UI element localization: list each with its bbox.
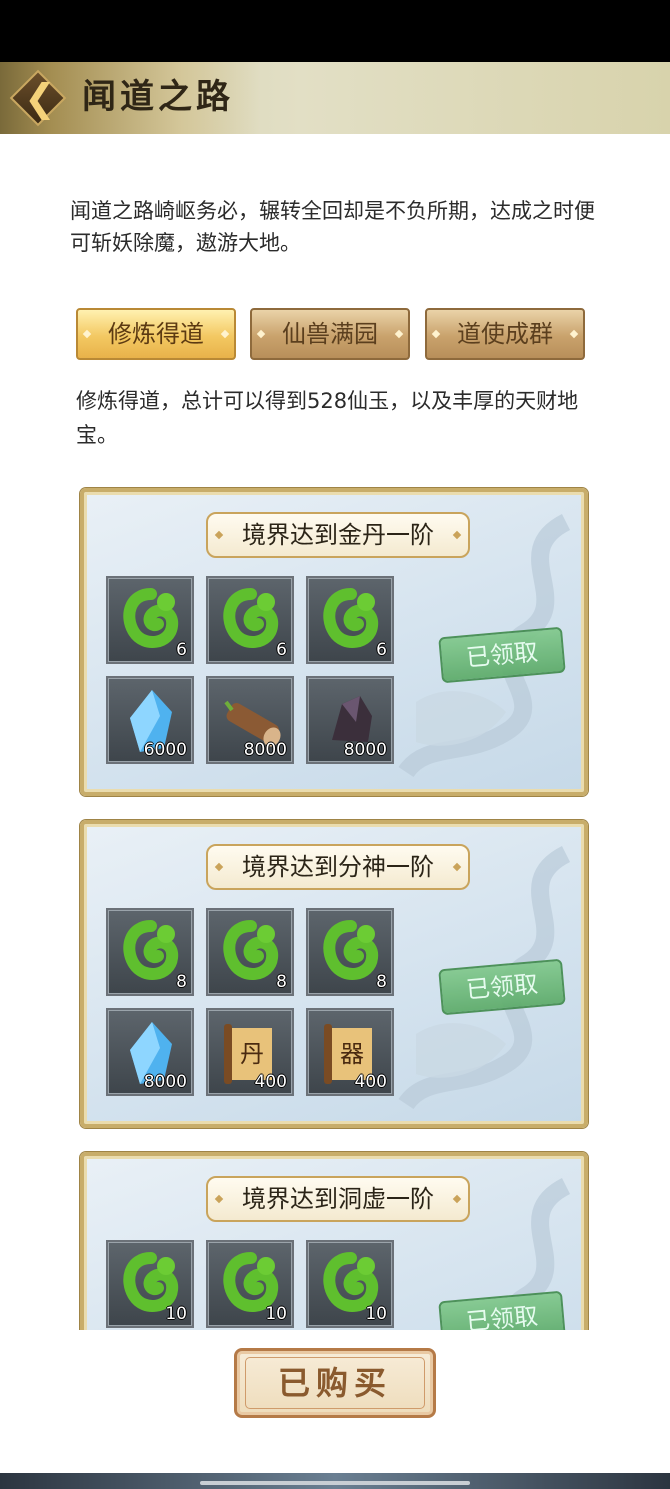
reward-item-slot[interactable]: 器 400	[306, 1008, 394, 1096]
item-quantity: 6	[276, 640, 287, 660]
tab-ornament-right	[220, 329, 230, 339]
tab-ornament-left	[82, 329, 92, 339]
tab-ornament-right	[569, 329, 579, 339]
reward-card-fenshen: 境界达到分神一阶 8 8 8 8000 丹 400 器 400 已领取	[80, 820, 588, 1128]
intro-text: 闻道之路崎岖务必，辗转全回却是不负所期，达成之时便可斩妖除魔，遨游大地。	[70, 199, 595, 255]
reward-item-slot[interactable]: 6	[306, 576, 394, 664]
header-bar: ❮ 闻道之路	[0, 62, 670, 134]
reward-item-slot[interactable]: 8	[106, 908, 194, 996]
purchased-button[interactable]: 已购买	[234, 1348, 436, 1418]
svg-text:丹: 丹	[240, 1040, 264, 1068]
reward-title-text: 境界达到洞虚一阶	[242, 1185, 434, 1213]
reward-title: 境界达到金丹一阶	[206, 512, 470, 558]
item-quantity: 10	[265, 1304, 287, 1324]
chevron-left-icon: ❮	[24, 76, 56, 120]
tab-ornament-left	[431, 329, 441, 339]
item-quantity: 8000	[243, 740, 287, 760]
tab-label: 修炼得道	[108, 320, 204, 348]
item-quantity: 400	[354, 1072, 387, 1092]
reward-item-slot[interactable]: 8	[206, 908, 294, 996]
tab-ornament-right	[394, 329, 404, 339]
home-indicator[interactable]	[200, 1481, 470, 1485]
reward-title: 境界达到分神一阶	[206, 844, 470, 890]
reward-item-slot[interactable]: 10	[106, 1240, 194, 1328]
reward-item-slot[interactable]: 6	[206, 576, 294, 664]
item-quantity: 6	[376, 640, 387, 660]
reward-title: 境界达到洞虚一阶	[206, 1176, 470, 1222]
ribbon-ornament-right	[452, 1194, 462, 1204]
tab-beasts[interactable]: 仙兽满园	[250, 308, 410, 360]
tab-bar: 修炼得道 仙兽满园 道使成群	[76, 308, 586, 362]
tab-ornament-left	[256, 329, 266, 339]
reward-item-slot[interactable]: 6000	[106, 676, 194, 764]
reward-item-slot[interactable]: 10	[306, 1240, 394, 1328]
reward-item-slot[interactable]: 10	[206, 1240, 294, 1328]
page-title: 闻道之路	[82, 77, 234, 117]
reward-list[interactable]: 境界达到金丹一阶 6 6 6 6000 8000 8000 已领取 境界达到分神…	[0, 470, 670, 1330]
item-quantity: 10	[165, 1304, 187, 1324]
item-quantity: 8000	[343, 740, 387, 760]
ribbon-ornament-right	[452, 530, 462, 540]
tab-label: 仙兽满园	[282, 320, 378, 348]
item-quantity: 8	[376, 972, 387, 992]
claimed-badge: 已领取	[438, 958, 566, 1016]
reward-title-text: 境界达到分神一阶	[242, 853, 434, 881]
item-quantity: 6	[176, 640, 187, 660]
tab-description: 修炼得道，总计可以得到528仙玉，以及丰厚的天财地宝。	[76, 389, 579, 447]
reward-title-text: 境界达到金丹一阶	[242, 521, 434, 549]
reward-item-slot[interactable]: 6	[106, 576, 194, 664]
reward-card-dongxu: 境界达到洞虚一阶 10 10 10 已领取	[80, 1152, 588, 1330]
item-quantity: 8	[176, 972, 187, 992]
tab-label: 道使成群	[457, 320, 553, 348]
reward-item-slot[interactable]: 8000	[106, 1008, 194, 1096]
ribbon-ornament-left	[214, 530, 224, 540]
item-quantity: 10	[365, 1304, 387, 1324]
reward-item-slot[interactable]: 丹 400	[206, 1008, 294, 1096]
item-quantity: 6000	[143, 740, 187, 760]
ribbon-ornament-left	[214, 1194, 224, 1204]
claimed-badge: 已领取	[438, 626, 566, 684]
reward-card-jindan: 境界达到金丹一阶 6 6 6 6000 8000 8000 已领取	[80, 488, 588, 796]
item-quantity: 8000	[143, 1072, 187, 1092]
reward-item-slot[interactable]: 8000	[206, 676, 294, 764]
tab-cultivation[interactable]: 修炼得道	[76, 308, 236, 360]
tab-envoys[interactable]: 道使成群	[425, 308, 585, 360]
item-quantity: 8	[276, 972, 287, 992]
svg-text:器: 器	[340, 1040, 364, 1068]
claimed-badge: 已领取	[438, 1290, 566, 1330]
reward-item-slot[interactable]: 8	[306, 908, 394, 996]
status-bar	[0, 0, 670, 62]
ribbon-ornament-right	[452, 862, 462, 872]
back-button[interactable]: ❮	[9, 69, 67, 127]
reward-item-slot[interactable]: 8000	[306, 676, 394, 764]
ribbon-ornament-left	[214, 862, 224, 872]
item-quantity: 400	[254, 1072, 287, 1092]
purchased-button-label: 已购买	[277, 1364, 392, 1402]
